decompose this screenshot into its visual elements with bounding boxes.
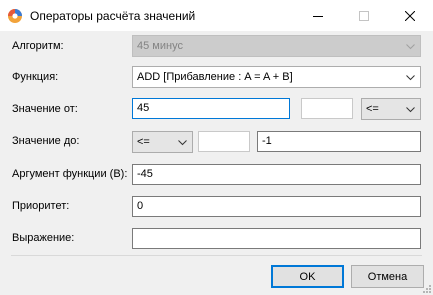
value-from-text: 45 bbox=[137, 102, 150, 114]
app-swirl-icon bbox=[7, 8, 23, 24]
value-to-input[interactable]: -1 bbox=[257, 131, 421, 152]
priority-text: 0 bbox=[137, 200, 144, 212]
function-combo[interactable]: ADD [Прибавление : A = A + B] bbox=[132, 66, 421, 88]
algorithm-label: Алгоритм: bbox=[12, 40, 64, 52]
resize-grip-icon[interactable] bbox=[421, 283, 431, 293]
value-to-text: -1 bbox=[262, 135, 272, 147]
separator bbox=[11, 255, 422, 256]
argument-label: Аргумент функции (B): bbox=[12, 168, 128, 180]
expression-input[interactable] bbox=[132, 228, 421, 249]
close-icon bbox=[405, 10, 415, 21]
priority-label: Приоритет: bbox=[12, 200, 70, 212]
cancel-button[interactable]: Отмена bbox=[351, 265, 424, 288]
value-to-label: Значение до: bbox=[12, 135, 80, 147]
value-to-extra-input[interactable] bbox=[198, 131, 250, 152]
chevron-down-icon bbox=[406, 44, 415, 50]
maximize-button[interactable] bbox=[341, 0, 387, 31]
title-bar[interactable]: Операторы расчёта значений bbox=[0, 0, 433, 31]
value-from-extra-input[interactable] bbox=[301, 98, 353, 119]
chevron-down-icon bbox=[406, 75, 415, 81]
priority-input[interactable]: 0 bbox=[132, 196, 421, 217]
chevron-down-icon bbox=[406, 107, 415, 113]
ok-button[interactable]: OK bbox=[271, 265, 344, 288]
minimize-icon bbox=[313, 15, 323, 17]
window-title: Операторы расчёта значений bbox=[30, 9, 196, 23]
dialog-body: Алгоритм: 45 минус Функция: ADD [Прибавл… bbox=[0, 31, 433, 295]
argument-input[interactable]: -45 bbox=[132, 164, 421, 185]
value-to-operator-combo[interactable]: <= bbox=[132, 131, 193, 153]
value-from-operator: <= bbox=[366, 103, 379, 115]
minimize-button[interactable] bbox=[295, 0, 341, 31]
argument-text: -45 bbox=[137, 168, 153, 180]
value-from-input[interactable]: 45 bbox=[132, 98, 290, 119]
function-value: ADD [Прибавление : A = A + B] bbox=[137, 71, 293, 83]
value-from-operator-combo[interactable]: <= bbox=[361, 98, 421, 120]
chevron-down-icon bbox=[178, 140, 187, 146]
function-label: Функция: bbox=[12, 71, 59, 83]
expression-label: Выражение: bbox=[12, 232, 75, 244]
algorithm-combo: 45 минус bbox=[132, 35, 421, 57]
close-button[interactable] bbox=[387, 0, 433, 31]
value-from-label: Значение от: bbox=[12, 103, 78, 115]
maximize-icon bbox=[359, 10, 369, 21]
algorithm-value: 45 минус bbox=[137, 40, 183, 52]
value-to-operator: <= bbox=[137, 136, 150, 148]
